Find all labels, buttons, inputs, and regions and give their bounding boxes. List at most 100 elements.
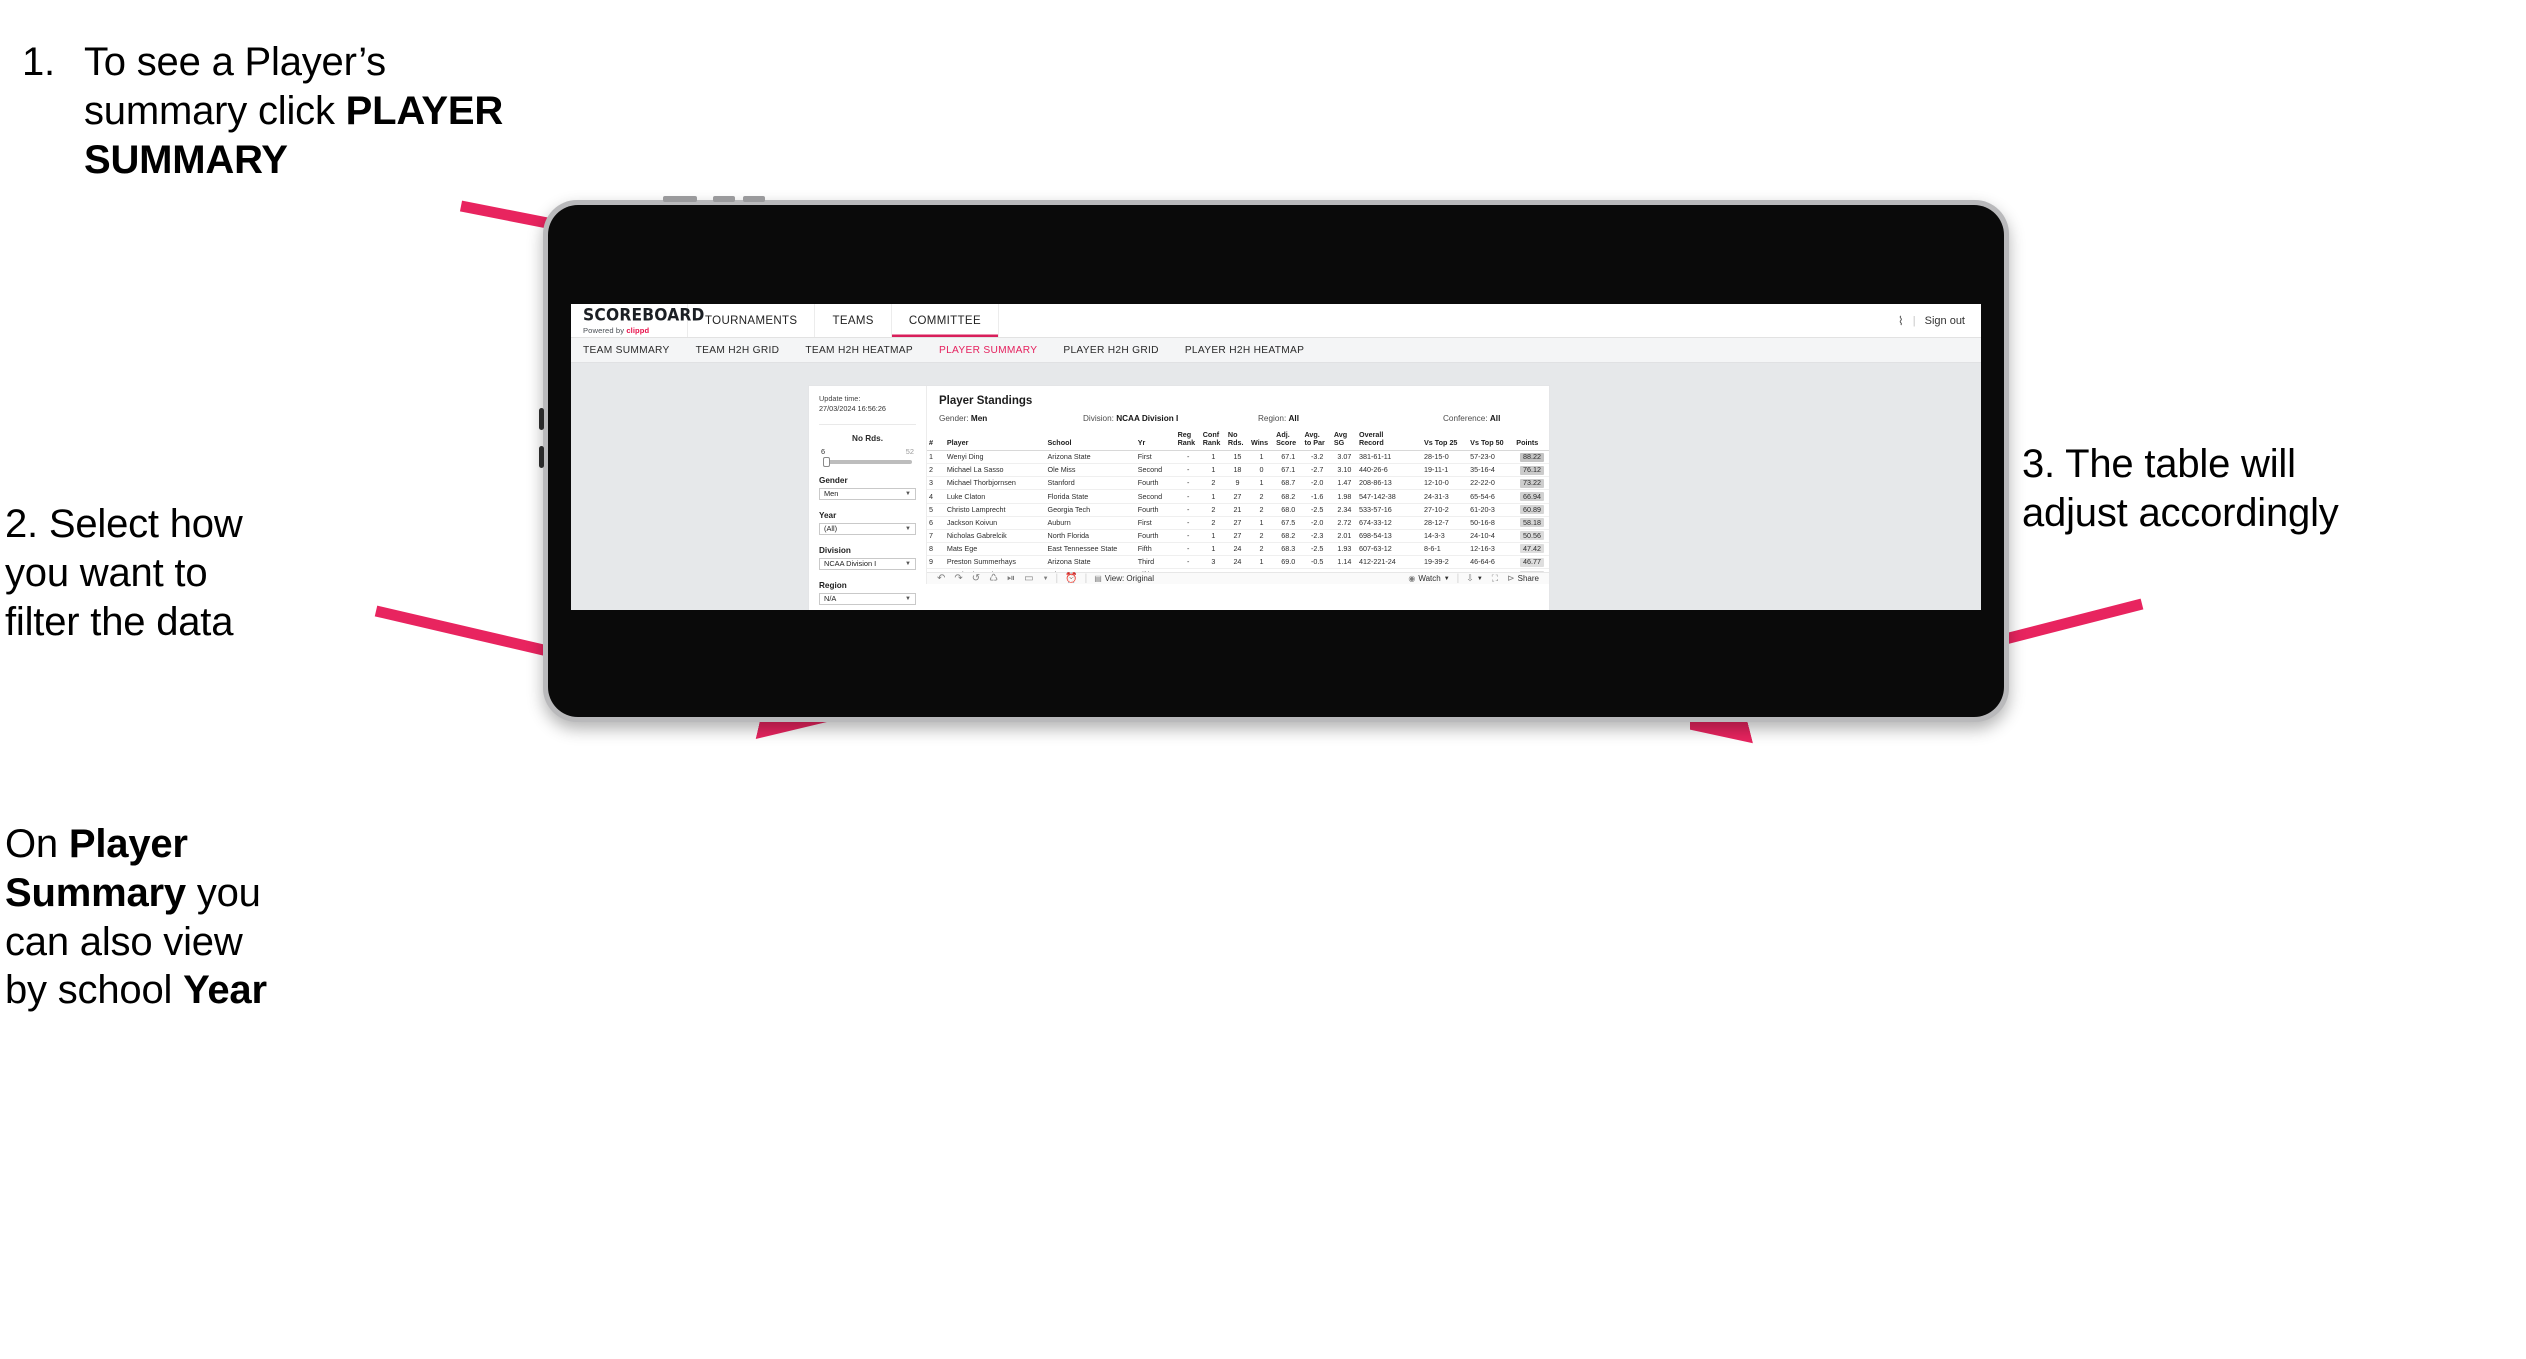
cell-par: -2.0 [1302,516,1332,530]
cell-t25: 12-10-0 [1422,476,1469,491]
col-adj-score[interactable]: Adj. Score [1274,431,1303,452]
filter-division-label: Division [819,545,851,555]
table-row[interactable]: 7 Nicholas Gabrelcik North Florida Fourth -1… [927,529,1549,543]
standings-table-scroll[interactable]: # Player School Yr Reg Rank Conf Rank No Rd… [927,431,1549,572]
cell-rank: 4 [927,489,945,504]
filter-region-select[interactable]: N/A ▼ [819,592,916,605]
history-clock-icon[interactable]: ⏰ [1065,573,1077,584]
nav-committee[interactable]: COMMITTEE [892,304,999,337]
cell-par: -2.0 [1302,476,1332,491]
cell-conf: 1 [1200,489,1226,504]
table-row[interactable]: 6 Jackson Koivun Auburn First -2 27 1 67.5 -2.0 2… [927,516,1549,530]
col-school[interactable]: School [1045,431,1136,452]
cell-pts: 88.22 [1514,450,1549,465]
col-rank[interactable]: # [927,431,945,452]
annotation-step-1: 1. To see a Player’s summary click PLAYE… [22,38,822,184]
cell-wins: 1 [1248,450,1275,465]
cell-t50: 22-22-0 [1468,476,1515,491]
col-vs-top-50[interactable]: Vs Top 50 [1468,431,1515,452]
table-row[interactable]: 4 Luke Claton Florida State Second -1 27 2 68.2… [927,489,1549,504]
table-row[interactable]: 3 Michael Thorbjornsen Stanford Fourth -2 9 1 6… [927,476,1549,491]
watch-button[interactable]: ◉ Watch ▼ [1408,574,1449,583]
power-button[interactable] [663,196,697,202]
col-conf-rank[interactable]: Conf Rank [1200,431,1226,452]
cell-conf: 2 [1200,516,1226,530]
table-row[interactable]: 9 Preston Summerhays Arizona State Third -3 2… [927,555,1549,570]
annotation-note-line-1-pre: On [5,822,69,866]
download-button[interactable]: ⇩ ▼ [1466,574,1483,583]
annotation-step-3: 3. The table will adjust accordingly [2022,440,2526,538]
subnav-player-h2h-heatmap[interactable]: PLAYER H2H HEATMAP [1185,345,1304,356]
chevron-down-icon: ▼ [905,525,911,532]
subnav-team-h2h-heatmap[interactable]: TEAM H2H HEATMAP [805,345,913,356]
col-vs-top-25[interactable]: Vs Top 25 [1422,431,1469,452]
toolbar-divider-2: | [1084,573,1088,584]
subnav-player-summary[interactable]: PLAYER SUMMARY [939,345,1037,356]
app-logo[interactable]: SCOREBOARD Powered by clippd [571,304,704,337]
annotation-step-1-line-2-pre: summary click [84,88,346,133]
col-overall-record[interactable]: Overall Record [1356,431,1423,452]
notifications-bell-icon[interactable]: ⌇ [1898,314,1904,328]
filter-gender-select[interactable]: Men ▼ [819,487,916,500]
cell-wins: 2 [1248,542,1275,557]
col-no-rds[interactable]: No Rds. [1225,431,1249,452]
col-avg-to-par[interactable]: Avg. to Par [1302,431,1332,452]
subnav-team-h2h-grid[interactable]: TEAM H2H GRID [696,345,780,356]
toolbar-divider-3: | [1456,573,1460,584]
table-row[interactable]: 2 Michael La Sasso Ole Miss Second -1 18 0 67.1… [927,463,1549,478]
redo-icon[interactable]: ↷ [954,573,962,584]
table-row[interactable]: 10Jacob Skov OlesenArkansasFifth-323068.… [927,568,1549,572]
revert-icon[interactable]: ↺ [972,573,980,584]
annotation-note-line-4-bold: Year [183,968,267,1013]
cell-reg: - [1175,463,1201,478]
no-rounds-slider-group: No Rds. 6 52 [819,434,916,467]
table-row[interactable]: 1 Wenyi Ding Arizona State First -1 15 1 67.1 -3… [927,450,1549,465]
logo-tagline: Powered by clippd [583,326,687,335]
cell-rds: 24 [1225,542,1249,557]
refresh-icon[interactable]: ♺ [989,573,998,584]
cell-rank: 8 [927,542,945,557]
undo-icon[interactable]: ↶ [937,573,945,584]
col-avg-sg[interactable]: Avg SG [1331,431,1357,452]
update-time-label: Update time: [819,394,861,403]
cell-t25: 24-31-3 [1422,489,1469,504]
update-time-value: 27/03/2024 16:56:26 [819,404,886,414]
cell-t25: 28-12-7 [1422,516,1469,530]
nav-teams[interactable]: TEAMS [815,304,892,337]
sign-out-link[interactable]: Sign out [1925,315,1965,327]
fullscreen-icon[interactable]: ⛶ [1492,574,1498,583]
cell-school: North Florida [1045,529,1136,543]
chevron-down-icon[interactable]: ▼ [1043,576,1049,582]
table-row[interactable]: 5 Christo Lamprecht Georgia Tech Fourth -2 21… [927,503,1549,517]
table-row[interactable]: 8 Mats Ege East Tennessee State Fifth -1 24 2 6… [927,542,1549,557]
no-rounds-slider-handle[interactable] [823,457,830,467]
col-yr[interactable]: Yr [1135,431,1176,452]
cell-yr: Fifth [1135,542,1176,557]
cell-conf: 1 [1200,542,1226,557]
view-original-button[interactable]: ▤ View: Original [1094,574,1154,583]
subnav-team-summary[interactable]: TEAM SUMMARY [583,345,670,356]
cell-yr: Fourth [1135,529,1176,543]
col-reg-rank[interactable]: Reg Rank [1175,431,1201,452]
rectangle-select-icon[interactable]: ▭ [1024,573,1033,584]
cell-reg: - [1175,476,1201,491]
col-player[interactable]: Player [944,431,1046,452]
share-button[interactable]: ⊳ Share [1507,574,1539,584]
cell-t50: 46-64-6 [1468,555,1515,570]
filter-region: Region N/A ▼ [819,581,916,605]
cell-reg: - [1175,568,1201,572]
filter-year-value: (All) [824,524,838,534]
no-rounds-slider-track[interactable] [823,457,912,467]
volume-up-button[interactable] [713,196,735,202]
annotation-note-line-1-bold: Player [68,822,188,866]
annotation-step-1-line-3-bold: SUMMARY [84,137,288,182]
col-wins[interactable]: Wins [1248,431,1275,452]
volume-down-button[interactable] [743,196,765,202]
pause-refresh-icon[interactable]: ⏯ [1007,573,1015,584]
filter-division-select[interactable]: NCAA Division I ▼ [819,557,916,570]
col-points[interactable]: Points [1514,431,1549,452]
filter-year-select[interactable]: (All) ▼ [819,522,916,535]
nav-tournaments[interactable]: TOURNAMENTS [688,304,816,337]
subnav-player-h2h-grid[interactable]: PLAYER H2H GRID [1063,345,1158,356]
cell-par: -1.5 [1302,568,1332,572]
